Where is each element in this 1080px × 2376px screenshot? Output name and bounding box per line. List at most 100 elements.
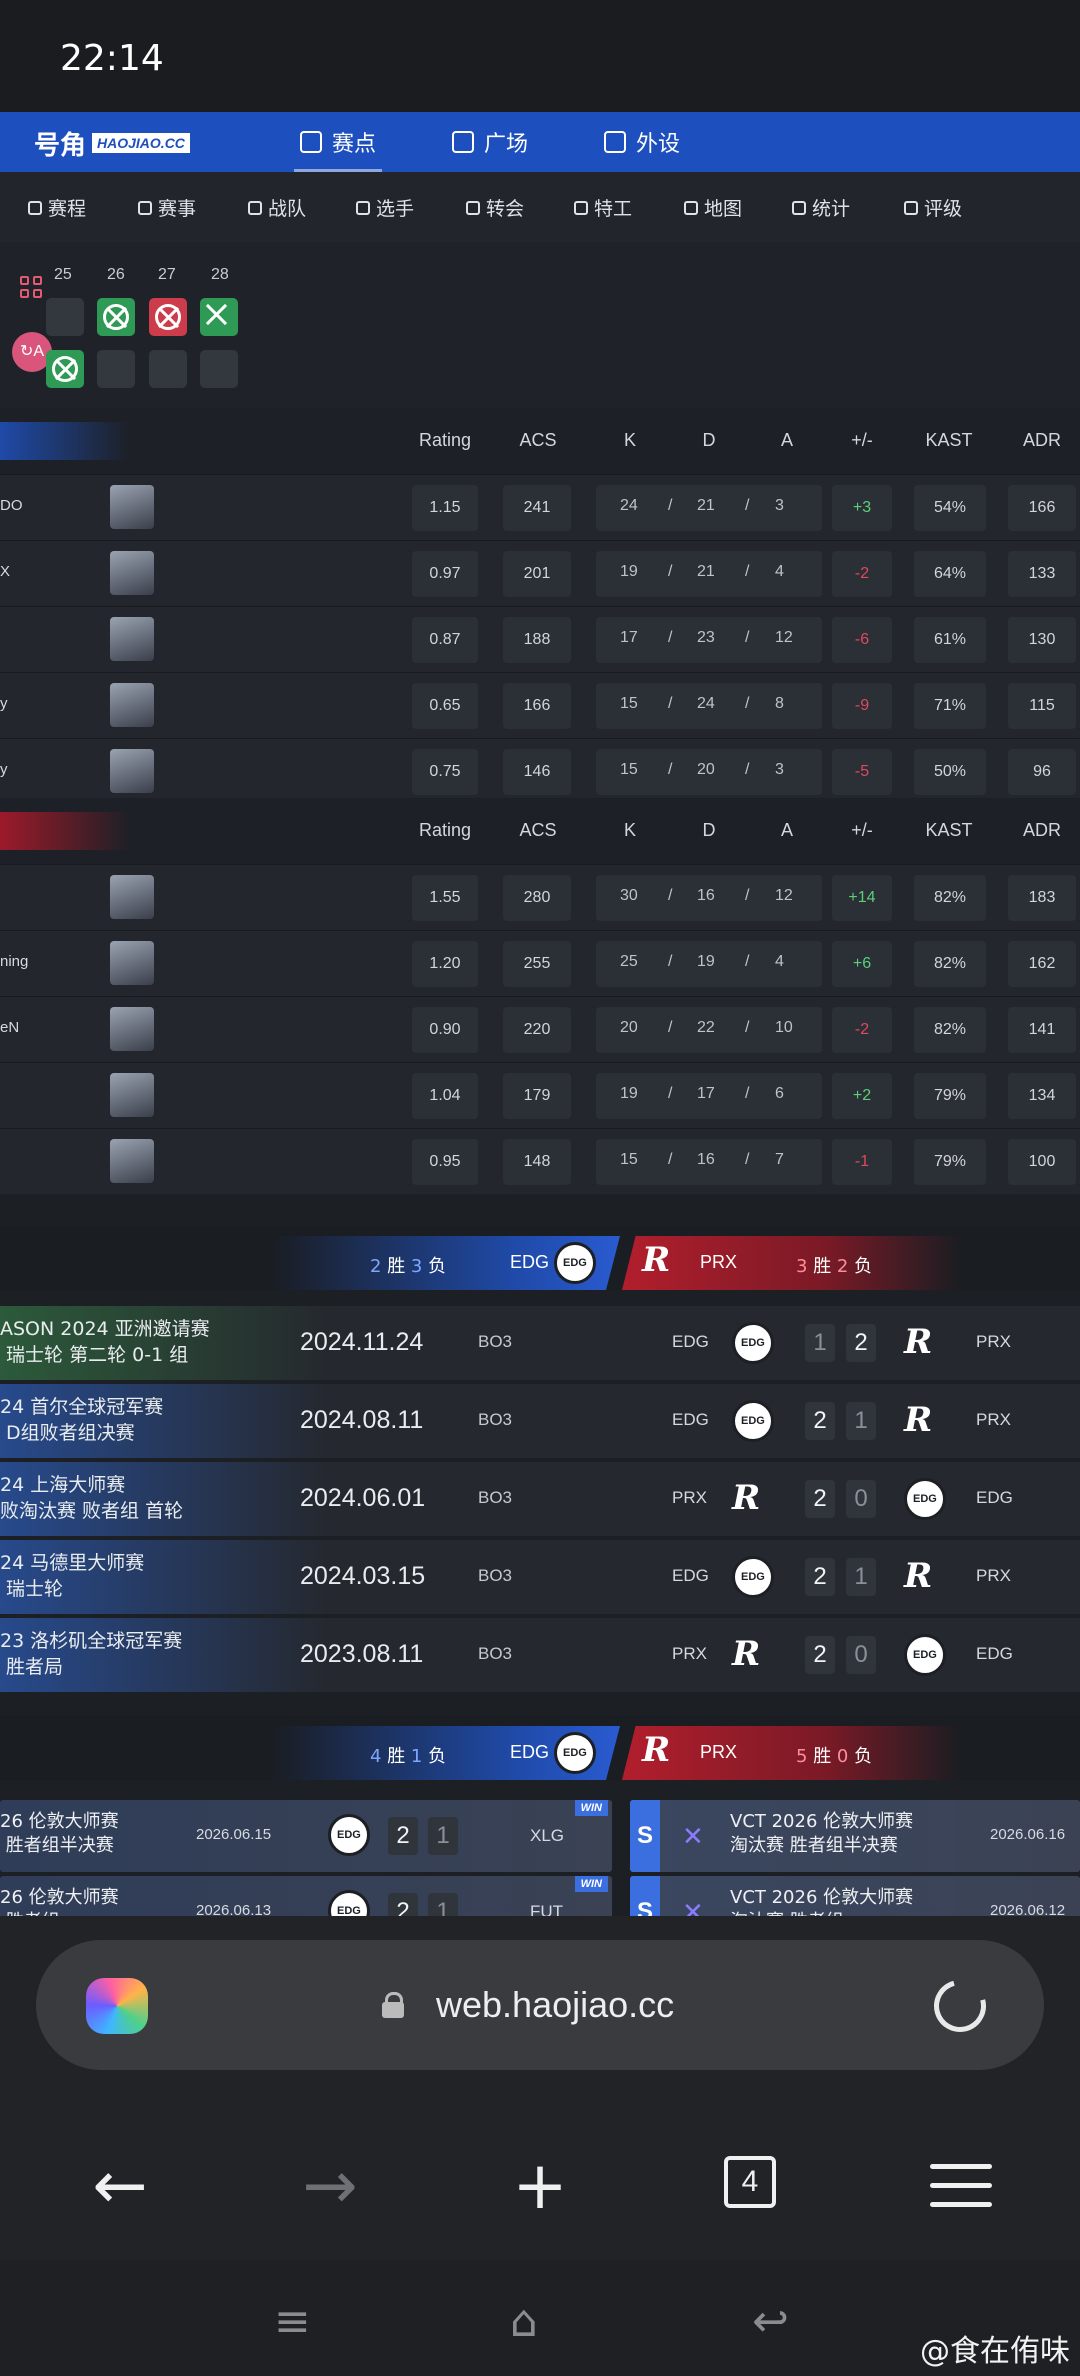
team-name: PRX — [700, 1252, 738, 1272]
address-bar[interactable]: web.haojiao.cc — [36, 1940, 1044, 2070]
player-row[interactable]: X 0.97 201 19 21 4 / / -2 64% 133 — [0, 540, 1080, 606]
match-date: 2024.06.01 — [300, 1484, 426, 1512]
rating-check-icon — [904, 200, 918, 215]
reload-icon[interactable] — [924, 1970, 996, 2042]
tab-waishe[interactable]: 外设 — [604, 125, 680, 159]
col-d: D — [702, 820, 716, 840]
prx-logo[interactable]: R — [642, 1240, 688, 1280]
subnav-stats[interactable]: 统计 — [792, 194, 850, 221]
system-nav-bar: ≡ ⌂ ↩ — [0, 2260, 1080, 2376]
stat-kast: 79% — [914, 1139, 986, 1185]
agent-avatar — [110, 683, 154, 727]
h2h-match-row[interactable]: 24 上海大师赛 败淘汰赛 败者组 首轮 2024.06.01 BO3 PRX R 2 0 E… — [0, 1462, 1080, 1536]
home-icon[interactable]: ⌂ — [510, 2300, 538, 2344]
player-name[interactable]: eN — [0, 1019, 19, 1036]
site-logo[interactable]: 号角 HAOJIAO.CC — [34, 128, 190, 161]
url-text[interactable]: web.haojiao.cc — [436, 1984, 674, 2026]
player-row[interactable]: 1.55 280 30 16 12 / / +14 82% 183 — [0, 864, 1080, 930]
recent-match-card[interactable]: 26 伦敦大师赛 胜者组... 2026.06.13 EDG 21 FUT WIN — [0, 1876, 612, 1916]
score-b: 0 — [846, 1480, 876, 1518]
player-row[interactable]: y 0.65 166 15 24 8 / / -9 71% 115 — [0, 672, 1080, 738]
player-name[interactable]: y — [0, 761, 8, 778]
player-row[interactable]: 0.87 188 17 23 12 / / -6 61% 130 — [0, 606, 1080, 672]
map-ban-green[interactable] — [46, 350, 84, 388]
subnav-agents[interactable]: 特工 — [574, 194, 632, 221]
back-arrow-icon[interactable]: ← — [80, 2136, 160, 2236]
map-pick-green[interactable] — [200, 298, 238, 336]
prx-logo: R — [732, 1634, 761, 1674]
map-ban-green[interactable] — [97, 298, 135, 336]
subnav-players[interactable]: 选手 — [356, 194, 414, 221]
h2h-match-row[interactable]: ASON 2024 亚洲邀请赛 瑞士轮 第二轮 0-1 组 2024.11.24 B… — [0, 1306, 1080, 1380]
stat-a: 3 — [775, 761, 784, 778]
player-name[interactable]: DO — [0, 497, 23, 514]
subnav-schedule[interactable]: 赛程 — [28, 194, 86, 221]
subnav-ratings[interactable]: 评级 — [904, 194, 962, 221]
player-name[interactable]: ning — [0, 953, 28, 970]
kda-separator: / — [668, 629, 673, 646]
prx-logo[interactable]: R — [642, 1730, 688, 1770]
recent-match-card[interactable]: S ✕ VCT 2026 伦敦大师赛 淘汰赛 胜者组... 2026.06.12 — [630, 1876, 1080, 1916]
new-tab-plus-icon[interactable]: + — [500, 2136, 580, 2236]
copilot-icon[interactable] — [86, 1978, 148, 2034]
h2h-match-row[interactable]: 24 首尔全球冠军赛 D组败者组决赛 2024.08.11 BO3 EDG EDG 2 1 R… — [0, 1384, 1080, 1458]
match-format: BO3 — [478, 1644, 513, 1663]
ban-icon — [155, 304, 181, 330]
subnav-maps[interactable]: 地图 — [684, 194, 742, 221]
recent-apps-icon[interactable]: ≡ — [274, 2300, 311, 2344]
edg-logo[interactable]: EDG — [554, 1242, 596, 1284]
tier-badge: S — [630, 1800, 660, 1872]
h2h-header: 2 胜 3 负 EDG EDG R PRX 3 胜 2 负 — [0, 1226, 1080, 1290]
player-row[interactable]: DO 1.15 241 24 21 3 / / +3 54% 166 — [0, 474, 1080, 540]
h2h-match-row[interactable]: 24 马德里大师赛 瑞士轮 2024.03.15 BO3 EDG EDG 2 1 R PRX — [0, 1540, 1080, 1614]
col-a: A — [780, 820, 793, 840]
match-format: BO3 — [478, 1566, 513, 1585]
stat-kast: 82% — [914, 875, 986, 921]
player-name[interactable]: X — [0, 563, 10, 580]
subnav-teams[interactable]: 战队 — [248, 194, 306, 221]
player-row[interactable]: ning 1.20 255 25 19 4 / / +6 82% 162 — [0, 930, 1080, 996]
subnav-events[interactable]: 赛事 — [138, 194, 196, 221]
menu-icon[interactable] — [930, 2164, 992, 2208]
ban-icon — [52, 356, 78, 382]
tab-saidian[interactable]: 赛点 — [293, 125, 383, 172]
stat-rating: 0.75 — [412, 749, 478, 795]
back-icon[interactable]: ↩ — [752, 2300, 789, 2344]
score-a: 2 — [805, 1558, 835, 1596]
stat-rating: 1.04 — [412, 1073, 478, 1119]
h2h-match-row[interactable]: 23 洛杉矶全球冠军赛 胜者局 2023.08.11 BO3 PRX R 2 0 EDG EDG — [0, 1618, 1080, 1692]
clock: 22:14 — [60, 38, 164, 79]
stat-d: 24 — [697, 695, 715, 712]
tab-count-button[interactable]: 4 — [724, 2156, 776, 2208]
team-b-name: EDG — [976, 1488, 1013, 1507]
stat-a: 12 — [775, 629, 793, 646]
map-slot-empty — [46, 298, 84, 336]
edg-logo[interactable]: EDG — [554, 1732, 596, 1774]
map-ban-red[interactable] — [149, 298, 187, 336]
recent-match-card[interactable]: 26 伦敦大师赛 胜者组半决赛 2026.06.15 EDG 2 1 XLG WIN — [0, 1800, 612, 1872]
agent-avatar — [110, 875, 154, 919]
stat-kast: 82% — [914, 1007, 986, 1053]
edg-logo: EDG — [904, 1478, 946, 1520]
stat-acs: 166 — [503, 683, 571, 729]
player-row[interactable]: y 0.75 146 15 20 3 / / -5 50% 96 — [0, 738, 1080, 804]
player-name[interactable]: y — [0, 695, 8, 712]
transfer-icon — [466, 200, 480, 215]
stat-plusminus: +6 — [832, 941, 892, 987]
recent-form-header: 4 胜 1 负 EDG EDG R PRX 5 胜 0 负 — [0, 1716, 1080, 1780]
pick-icon — [206, 304, 232, 330]
player-row[interactable]: eN 0.90 220 20 22 10 / / -2 82% 141 — [0, 996, 1080, 1062]
team-a-name: EDG — [672, 1410, 709, 1429]
score-a: 2 — [805, 1402, 835, 1440]
recent-match-card[interactable]: S ✕ VCT 2026 伦敦大师赛 淘汰赛 胜者组半决赛 2026.06.16 — [630, 1800, 1080, 1872]
stat-adr: 134 — [1008, 1073, 1076, 1119]
kda-separator: / — [668, 695, 673, 712]
agent-avatar — [110, 941, 154, 985]
subnav-transfers[interactable]: 转会 — [466, 194, 524, 221]
player-row[interactable]: 0.95 148 15 16 7 / / -1 79% 100 — [0, 1128, 1080, 1194]
forward-arrow-icon[interactable]: → — [290, 2136, 370, 2236]
tab-guangchang[interactable]: 广场 — [452, 125, 528, 159]
player-row[interactable]: 1.04 179 19 17 6 / / +2 79% 134 — [0, 1062, 1080, 1128]
stat-adr: 141 — [1008, 1007, 1076, 1053]
grid-add-icon[interactable] — [20, 276, 44, 300]
